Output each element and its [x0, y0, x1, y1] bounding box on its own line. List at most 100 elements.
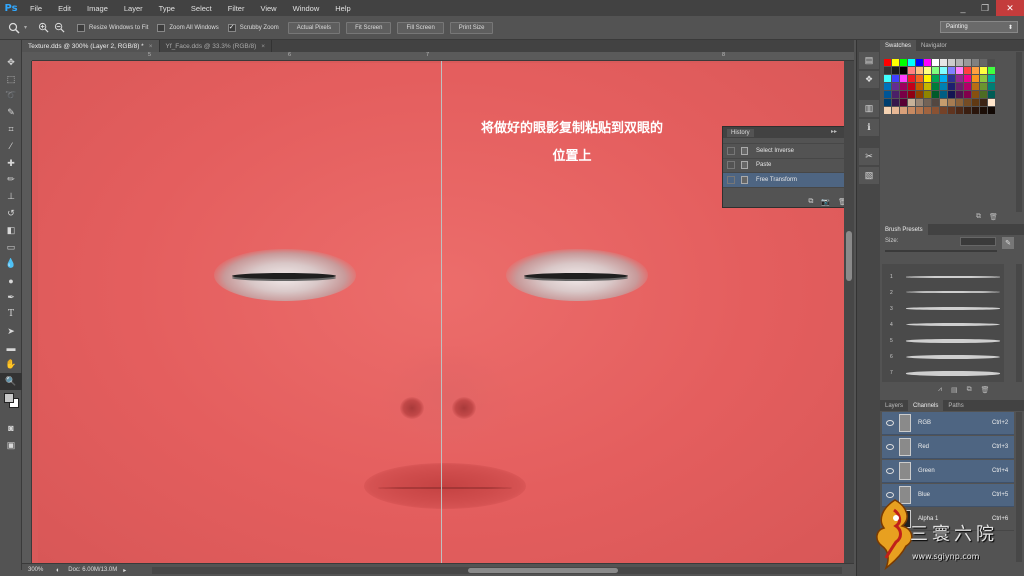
swatch-cell[interactable]	[948, 83, 955, 90]
tab-texture[interactable]: Texture.dds @ 300% (Layer 2, RGB/8) * ×	[22, 40, 160, 52]
swatch-cell[interactable]	[956, 67, 963, 74]
menu-edit[interactable]: Edit	[50, 4, 79, 13]
swatch-cell[interactable]	[948, 107, 955, 114]
swatch-cell[interactable]	[980, 67, 987, 74]
swatch-cell[interactable]	[940, 99, 947, 106]
swatch-cell[interactable]	[900, 59, 907, 66]
swatch-cell[interactable]	[964, 107, 971, 114]
swatch-cell[interactable]	[900, 75, 907, 82]
brush-tool-icon[interactable]: ✏	[0, 172, 22, 189]
history-panel-header[interactable]: History ▸▸ ≡	[723, 127, 853, 138]
brush-item[interactable]: 7	[882, 366, 1004, 380]
zoom-tool-icon[interactable]	[6, 20, 22, 36]
swatch-cell[interactable]	[916, 99, 923, 106]
menu-help[interactable]: Help	[327, 4, 358, 13]
swatch-cell[interactable]	[932, 67, 939, 74]
trash-icon[interactable]: 🗑	[981, 386, 990, 394]
swatch-cell[interactable]	[988, 75, 995, 82]
brush-list[interactable]: 1 2 3 4 5 6 7	[882, 264, 1004, 382]
history-source-box[interactable]	[727, 175, 735, 184]
swatch-cell[interactable]	[956, 99, 963, 106]
swatch-cell[interactable]	[988, 59, 995, 66]
swatch-cell[interactable]	[932, 107, 939, 114]
swatch-cell[interactable]	[892, 99, 899, 106]
swatch-cell[interactable]	[972, 59, 979, 66]
ruler-origin[interactable]	[22, 52, 32, 61]
swatch-cell[interactable]	[892, 107, 899, 114]
menu-filter[interactable]: Filter	[220, 4, 253, 13]
swatch-cell[interactable]	[892, 83, 899, 90]
restore-button[interactable]: ❐	[974, 0, 996, 16]
swatch-cell[interactable]	[892, 59, 899, 66]
eraser-tool-icon[interactable]: ◧	[0, 222, 22, 239]
brush-item[interactable]: 2	[882, 286, 1004, 300]
swatch-cell[interactable]	[988, 99, 995, 106]
swatch-cell[interactable]	[940, 91, 947, 98]
menu-select[interactable]: Select	[183, 4, 220, 13]
properties-dock-icon[interactable]: ❖	[859, 71, 879, 88]
swatch-cell[interactable]	[900, 67, 907, 74]
swatch-cell[interactable]	[948, 75, 955, 82]
brush-item[interactable]: 1	[882, 270, 1004, 284]
swatch-cell[interactable]	[884, 75, 891, 82]
swatch-cell[interactable]	[972, 107, 979, 114]
swatch-cell[interactable]	[964, 83, 971, 90]
swatch-cell[interactable]	[892, 75, 899, 82]
screen-mode-icon[interactable]: ▣	[0, 437, 22, 454]
swatch-cell[interactable]	[932, 99, 939, 106]
swatch-cell[interactable]	[988, 67, 995, 74]
history-dock-icon[interactable]: ▤	[859, 52, 879, 69]
swatch-cell[interactable]	[884, 99, 891, 106]
vertical-guide[interactable]	[441, 61, 442, 563]
history-item-selected[interactable]: Free Transform	[723, 173, 853, 188]
swatch-cell[interactable]	[908, 83, 915, 90]
brush-panel-icon[interactable]: ✎	[1002, 237, 1014, 249]
swatch-cell[interactable]	[956, 91, 963, 98]
swatch-cell[interactable]	[972, 99, 979, 106]
swatch-cell[interactable]	[980, 83, 987, 90]
brush-item[interactable]: 3	[882, 302, 1004, 316]
swatch-cell[interactable]	[940, 67, 947, 74]
swatch-cell[interactable]	[916, 59, 923, 66]
brush-item[interactable]: 6	[882, 350, 1004, 364]
swatch-cell[interactable]	[964, 67, 971, 74]
swatches-scrollbar[interactable]	[1016, 52, 1022, 212]
zoom-level[interactable]: 300%	[28, 567, 56, 573]
close-tab-icon[interactable]: ×	[149, 43, 153, 50]
swatch-cell[interactable]	[972, 83, 979, 90]
swatch-cell[interactable]	[884, 67, 891, 74]
swatch-cell[interactable]	[980, 59, 987, 66]
move-tool-icon[interactable]: ✥	[0, 54, 22, 71]
fit-screen-button[interactable]: Fit Screen	[346, 21, 392, 34]
print-size-button[interactable]: Print Size	[449, 21, 494, 34]
swatch-cell[interactable]	[980, 75, 987, 82]
marquee-tool-icon[interactable]: ⬚	[0, 71, 22, 88]
brush-item[interactable]: 4	[882, 318, 1004, 332]
tool-preset-arrow[interactable]: ▾	[24, 24, 27, 31]
new-swatch-icon[interactable]: ⧉	[976, 213, 981, 221]
swatch-cell[interactable]	[908, 107, 915, 114]
visibility-eye-icon[interactable]	[886, 468, 894, 474]
eyedropper-tool-icon[interactable]: ⁄	[0, 138, 22, 155]
swatch-cell[interactable]	[956, 59, 963, 66]
channel-row-red[interactable]: Red Ctrl+3	[882, 436, 1014, 459]
tab-channels[interactable]: Channels	[908, 400, 944, 411]
swatch-cell[interactable]	[916, 107, 923, 114]
close-button[interactable]: ✕	[996, 0, 1024, 16]
swatch-cell[interactable]	[964, 91, 971, 98]
dock-grip[interactable]	[857, 40, 880, 50]
swatch-cell[interactable]	[948, 91, 955, 98]
swatch-cell[interactable]	[964, 99, 971, 106]
swatch-cell[interactable]	[940, 75, 947, 82]
grid-icon[interactable]: ▤	[951, 386, 958, 394]
history-source-box[interactable]	[727, 161, 735, 170]
swatch-cell[interactable]	[892, 91, 899, 98]
size-slider[interactable]	[885, 250, 997, 252]
swatch-cell[interactable]	[908, 67, 915, 74]
brush-dock-icon[interactable]: ▧	[859, 167, 879, 184]
swatch-cell[interactable]	[900, 99, 907, 106]
info-dock-icon[interactable]: ℹ	[859, 119, 879, 136]
tab-navigator[interactable]: Navigator	[916, 40, 952, 51]
pen-tool-icon[interactable]: ✒	[0, 289, 22, 306]
swatch-cell[interactable]	[948, 67, 955, 74]
